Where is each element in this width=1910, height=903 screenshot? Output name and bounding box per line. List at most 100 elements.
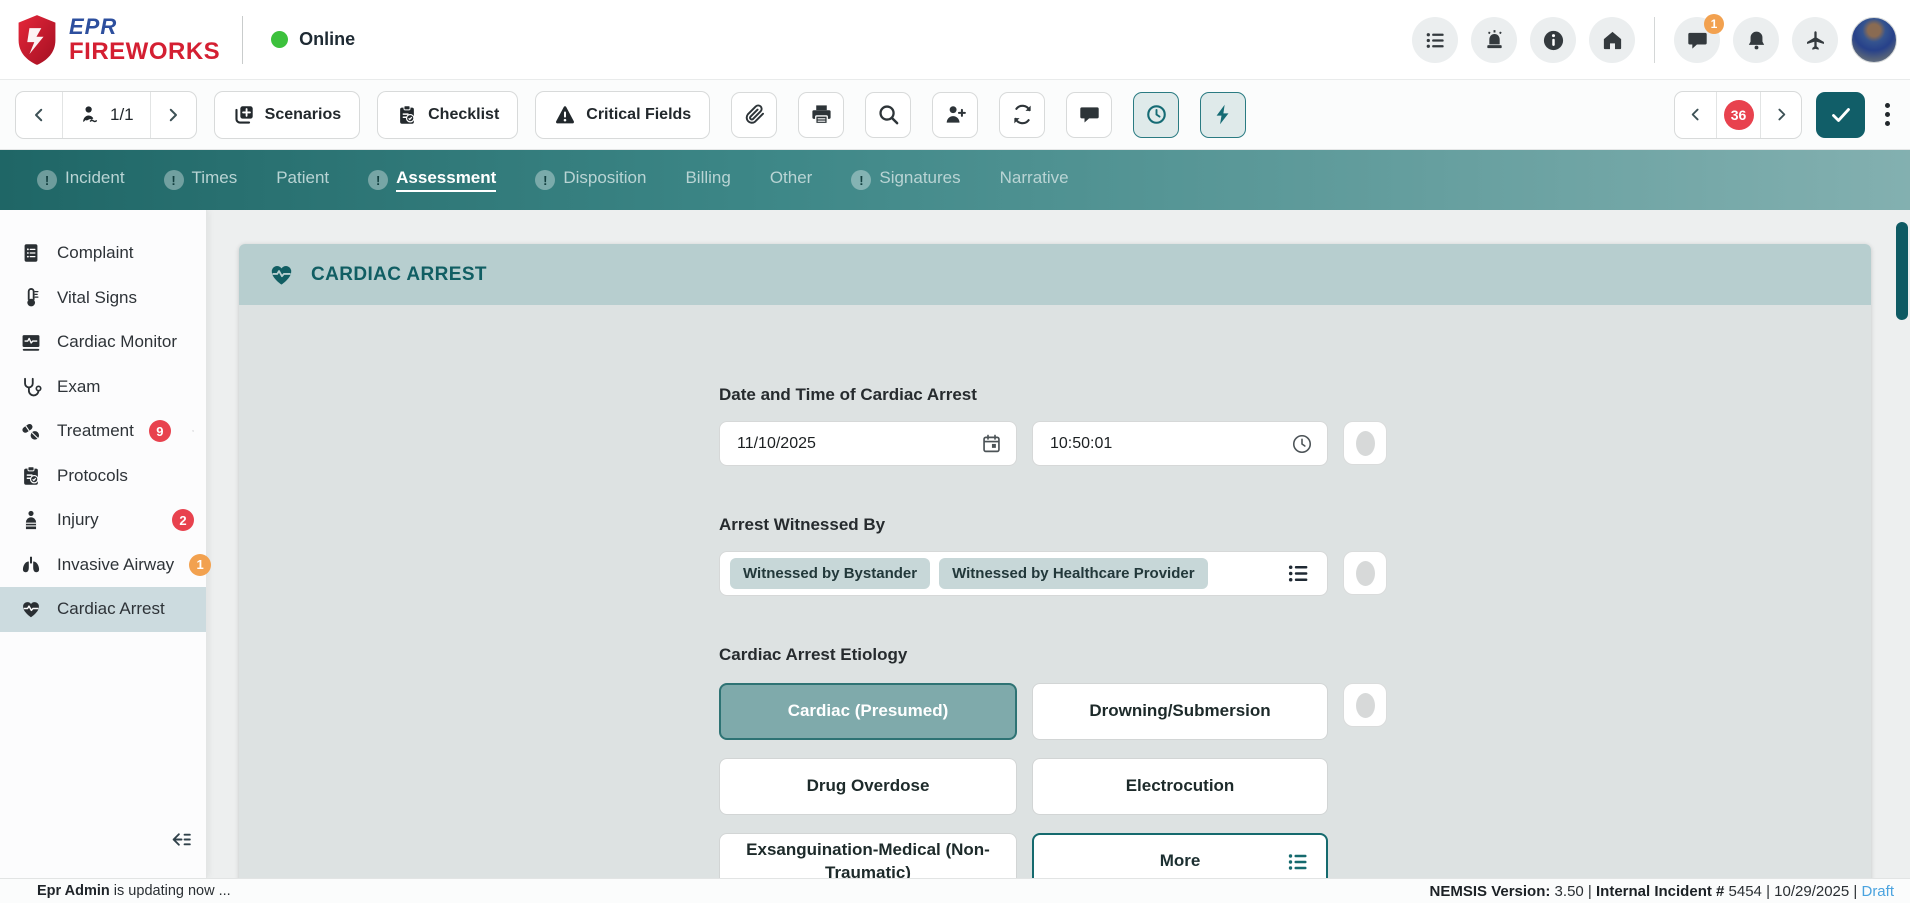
chevron-right-icon bbox=[164, 106, 182, 124]
arrest-time-input[interactable]: 10:50:01 bbox=[1032, 421, 1328, 466]
search-button[interactable] bbox=[865, 92, 911, 138]
home-button[interactable] bbox=[1589, 17, 1635, 63]
etiology-option-cardiac-presumed[interactable]: Cardiac (Presumed) bbox=[719, 683, 1017, 740]
injury-badge: 2 bbox=[172, 509, 194, 531]
alert-icon: ! bbox=[368, 170, 388, 190]
scenarios-button[interactable]: Scenarios bbox=[214, 91, 360, 139]
etiology-row: Cardiac (Presumed) Drowning/Submersion D… bbox=[719, 683, 1871, 878]
witnessed-select[interactable]: Witnessed by Bystander Witnessed by Heal… bbox=[719, 551, 1328, 596]
record-counter[interactable]: 1/1 bbox=[62, 92, 150, 138]
refresh-button[interactable] bbox=[999, 92, 1045, 138]
etiology-option-drug-overdose[interactable]: Drug Overdose bbox=[719, 758, 1017, 815]
attachments-button[interactable] bbox=[731, 92, 777, 138]
nemsis-version-label: NEMSIS Version: bbox=[1430, 883, 1551, 900]
save-button[interactable] bbox=[1816, 92, 1865, 138]
sidebar-item-complaint[interactable]: Complaint bbox=[0, 231, 206, 276]
check-icon bbox=[1829, 103, 1853, 127]
sidebar-item-vital-signs[interactable]: Vital Signs bbox=[0, 276, 206, 321]
warning-icon bbox=[554, 104, 576, 126]
vertical-scrollbar[interactable] bbox=[1896, 222, 1908, 320]
collapse-sidebar-button[interactable] bbox=[171, 829, 192, 850]
printer-icon bbox=[810, 103, 833, 126]
chat-button[interactable]: 1 bbox=[1674, 17, 1720, 63]
flight-button[interactable] bbox=[1792, 17, 1838, 63]
list-select-icon[interactable] bbox=[1286, 561, 1311, 586]
paperclip-icon bbox=[743, 103, 766, 126]
witnessed-chip[interactable]: Witnessed by Healthcare Provider bbox=[939, 558, 1207, 589]
checklist-button[interactable]: Checklist bbox=[377, 91, 518, 139]
sidebar-item-cardiac-arrest[interactable]: Cardiac Arrest bbox=[0, 587, 206, 632]
etiology-option-electrocution[interactable]: Electrocution bbox=[1032, 758, 1328, 815]
next-record-button[interactable] bbox=[150, 92, 196, 138]
prev-issue-button[interactable] bbox=[1675, 92, 1716, 138]
app-logo[interactable]: EPR FIREWORKS bbox=[0, 14, 220, 66]
chevron-left-icon bbox=[1687, 106, 1704, 123]
etiology-options: Cardiac (Presumed) Drowning/Submersion D… bbox=[719, 683, 1328, 878]
user-avatar[interactable] bbox=[1851, 17, 1897, 63]
online-label: Online bbox=[299, 29, 355, 50]
tab-narrative[interactable]: Narrative bbox=[1000, 150, 1069, 210]
patient-icon bbox=[79, 104, 101, 126]
tab-patient[interactable]: Patient bbox=[276, 150, 329, 210]
etiology-option-drowning[interactable]: Drowning/Submersion bbox=[1032, 683, 1328, 740]
clock-icon[interactable] bbox=[1291, 433, 1313, 455]
tab-signatures[interactable]: !Signatures bbox=[851, 150, 960, 210]
sidebar-item-injury[interactable]: Injury 2 bbox=[0, 498, 206, 543]
tab-other[interactable]: Other bbox=[770, 150, 813, 210]
clock-icon bbox=[1145, 103, 1168, 126]
quick-actions-button[interactable] bbox=[1200, 92, 1246, 138]
next-issue-button[interactable] bbox=[1760, 92, 1801, 138]
siren-icon bbox=[1483, 29, 1506, 52]
tab-incident[interactable]: !Incident bbox=[37, 150, 125, 210]
more-menu-button[interactable] bbox=[1879, 97, 1896, 132]
arrest-date-input[interactable]: 11/10/2025 bbox=[719, 421, 1017, 466]
time-tracking-button[interactable] bbox=[1133, 92, 1179, 138]
incident-number-label: Internal Incident # bbox=[1596, 883, 1724, 900]
witnessed-chip[interactable]: Witnessed by Bystander bbox=[730, 558, 930, 589]
sidebar-item-cardiac-monitor[interactable]: Cardiac Monitor bbox=[0, 320, 206, 365]
draft-status-link[interactable]: Draft bbox=[1861, 883, 1894, 900]
list-button[interactable] bbox=[1412, 17, 1458, 63]
sidebar-item-treatment[interactable]: Treatment 9 bbox=[0, 409, 206, 454]
notifications-button[interactable] bbox=[1733, 17, 1779, 63]
treatment-badge: 9 bbox=[149, 420, 171, 442]
list-select-icon bbox=[1286, 850, 1310, 874]
record-counter-value: 1/1 bbox=[110, 105, 134, 125]
sidebar-item-exam[interactable]: Exam bbox=[0, 365, 206, 410]
witnessed-comment-button[interactable] bbox=[1343, 551, 1387, 595]
calendar-icon[interactable] bbox=[981, 433, 1002, 454]
siren-button[interactable] bbox=[1471, 17, 1517, 63]
comment-oval-icon bbox=[1356, 431, 1375, 456]
critical-fields-button[interactable]: Critical Fields bbox=[535, 91, 710, 139]
comments-button[interactable] bbox=[1066, 92, 1112, 138]
print-button[interactable] bbox=[798, 92, 844, 138]
tab-assessment[interactable]: !Assessment bbox=[368, 150, 496, 210]
checklist-icon bbox=[396, 104, 418, 126]
info-button[interactable] bbox=[1530, 17, 1576, 63]
list-icon bbox=[1424, 29, 1447, 52]
scenarios-icon bbox=[233, 104, 255, 126]
sidebar-item-invasive-airway[interactable]: Invasive Airway 1 bbox=[0, 543, 206, 588]
thermometer-icon bbox=[20, 287, 42, 309]
etiology-option-exsanguination[interactable]: Exsanguination-Medical (Non-Traumatic) bbox=[719, 833, 1017, 878]
incident-date: 10/29/2025 bbox=[1774, 883, 1853, 900]
datetime-comment-button[interactable] bbox=[1343, 421, 1387, 465]
etiology-more-button[interactable]: More bbox=[1032, 833, 1328, 878]
tab-billing[interactable]: Billing bbox=[685, 150, 730, 210]
arrest-date-value: 11/10/2025 bbox=[737, 435, 981, 453]
prev-record-button[interactable] bbox=[16, 92, 62, 138]
invasive-airway-badge: 1 bbox=[189, 554, 211, 576]
section-tabbar: !Incident !Times Patient !Assessment !Di… bbox=[0, 150, 1910, 210]
chevron-down-icon bbox=[192, 424, 194, 438]
tab-disposition[interactable]: !Disposition bbox=[535, 150, 646, 210]
comment-oval-icon bbox=[1356, 561, 1375, 586]
sidebar-item-protocols[interactable]: Protocols bbox=[0, 454, 206, 499]
etiology-comment-button[interactable] bbox=[1343, 683, 1387, 727]
chat-badge: 1 bbox=[1704, 14, 1724, 34]
validation-count[interactable]: 36 bbox=[1716, 92, 1760, 138]
add-person-button[interactable] bbox=[932, 92, 978, 138]
tab-times[interactable]: !Times bbox=[164, 150, 238, 210]
validation-count-badge: 36 bbox=[1724, 100, 1754, 130]
injury-icon bbox=[20, 509, 42, 531]
checklist-label: Checklist bbox=[428, 106, 499, 124]
